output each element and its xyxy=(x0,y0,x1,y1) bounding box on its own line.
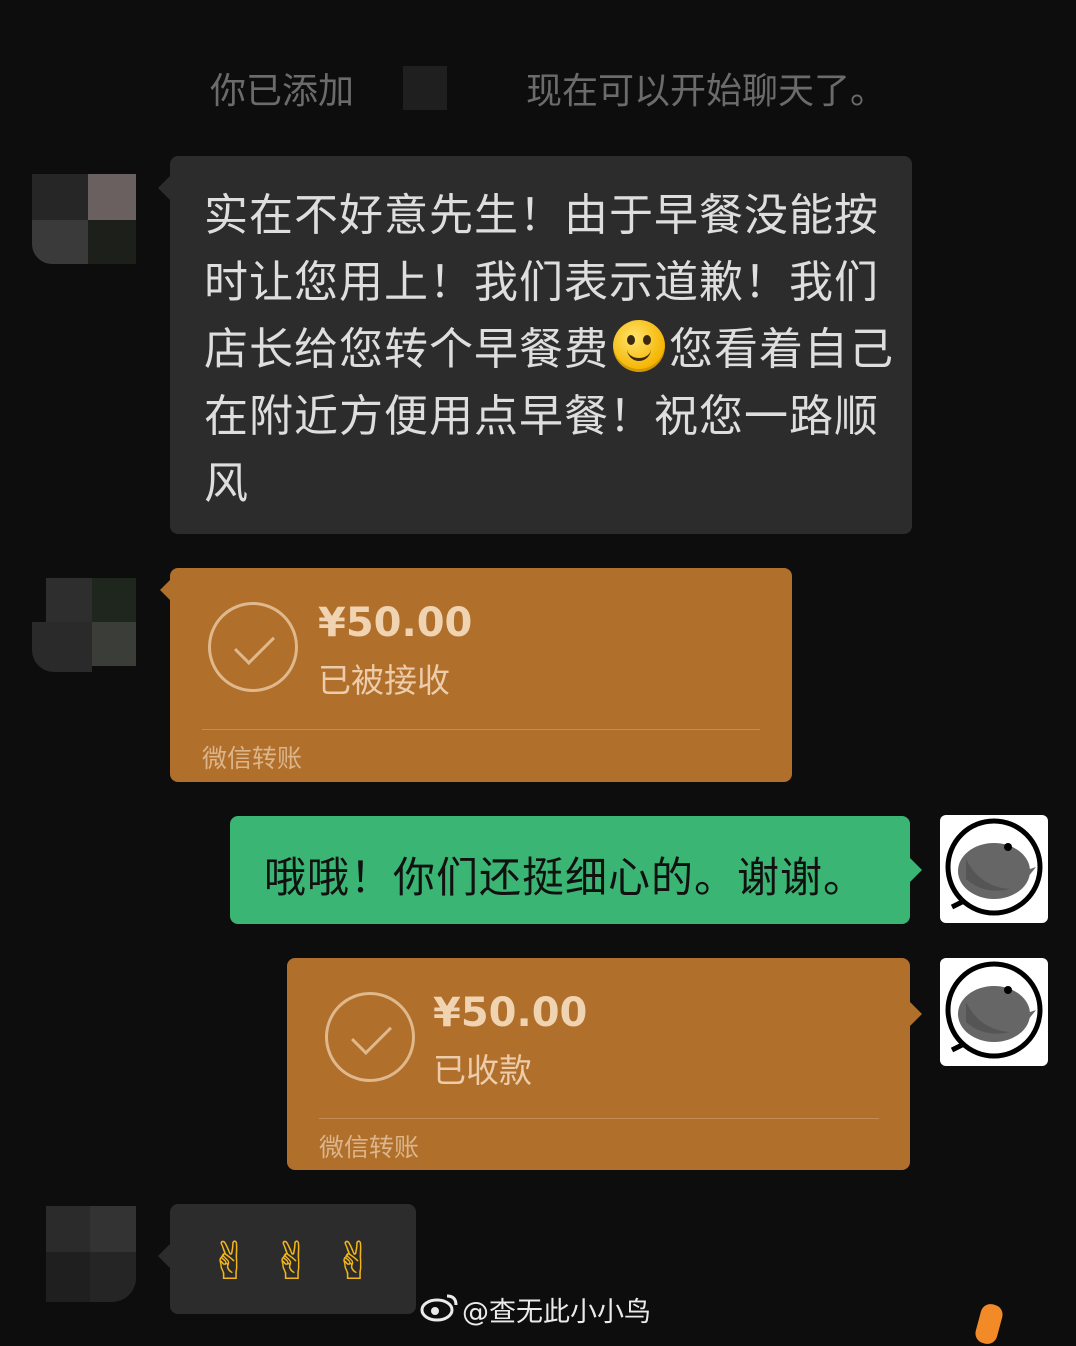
victory-hand-emoji-icon: ✌ xyxy=(270,1232,314,1292)
bird-icon xyxy=(945,818,1043,916)
bird-icon xyxy=(945,961,1043,1059)
contact-avatar[interactable] xyxy=(46,1206,150,1302)
contact-avatar[interactable] xyxy=(32,174,136,270)
outgoing-message-bubble[interactable]: 哦哦！你们还挺细心的。谢谢。 xyxy=(230,816,922,924)
incoming-transfer-card[interactable]: ¥50.00 已被接收 微信转账 xyxy=(160,568,792,782)
system-notice: 你已添加 现在可以开始聊天了。 xyxy=(210,52,910,122)
watermark-text: @查无此小小鸟 xyxy=(462,1297,651,1328)
transfer-amount: ¥50.00 xyxy=(433,990,588,1036)
incoming-emoji-message[interactable]: ✌ ✌ ✌ xyxy=(158,1204,416,1314)
incoming-message-text: 实在不好意先生！由于早餐没能按时让您用上！我们表示道歉！我们店长给您转个早餐费您… xyxy=(204,182,894,517)
system-notice-right: 现在可以开始聊天了。 xyxy=(526,71,887,112)
transfer-amount: ¥50.00 xyxy=(318,600,473,646)
outgoing-transfer-card[interactable]: ¥50.00 已收款 微信转账 xyxy=(287,958,922,1170)
transfer-label: 微信转账 xyxy=(319,1133,420,1162)
system-notice-left: 你已添加 xyxy=(210,71,355,112)
outgoing-message-text: 哦哦！你们还挺细心的。谢谢。 xyxy=(264,853,867,902)
victory-hand-emoji-icon: ✌ xyxy=(332,1232,376,1292)
contact-avatar[interactable] xyxy=(32,578,136,674)
my-avatar[interactable] xyxy=(940,815,1048,923)
transfer-status: 已被接收 xyxy=(318,661,450,700)
watermark: @查无此小小鸟 xyxy=(462,1290,651,1329)
weibo-icon xyxy=(420,1294,458,1322)
partial-floating-element xyxy=(973,1301,1005,1346)
my-avatar[interactable] xyxy=(940,958,1048,1066)
transfer-divider xyxy=(319,1118,879,1119)
transfer-status: 已收款 xyxy=(433,1051,532,1090)
victory-hand-emoji-icon: ✌ xyxy=(208,1232,252,1292)
transfer-label: 微信转账 xyxy=(202,744,303,773)
incoming-message-bubble[interactable]: 实在不好意先生！由于早餐没能按时让您用上！我们表示道歉！我们店长给您转个早餐费您… xyxy=(158,156,912,534)
smile-emoji-icon xyxy=(613,320,665,372)
transfer-divider xyxy=(202,729,760,730)
